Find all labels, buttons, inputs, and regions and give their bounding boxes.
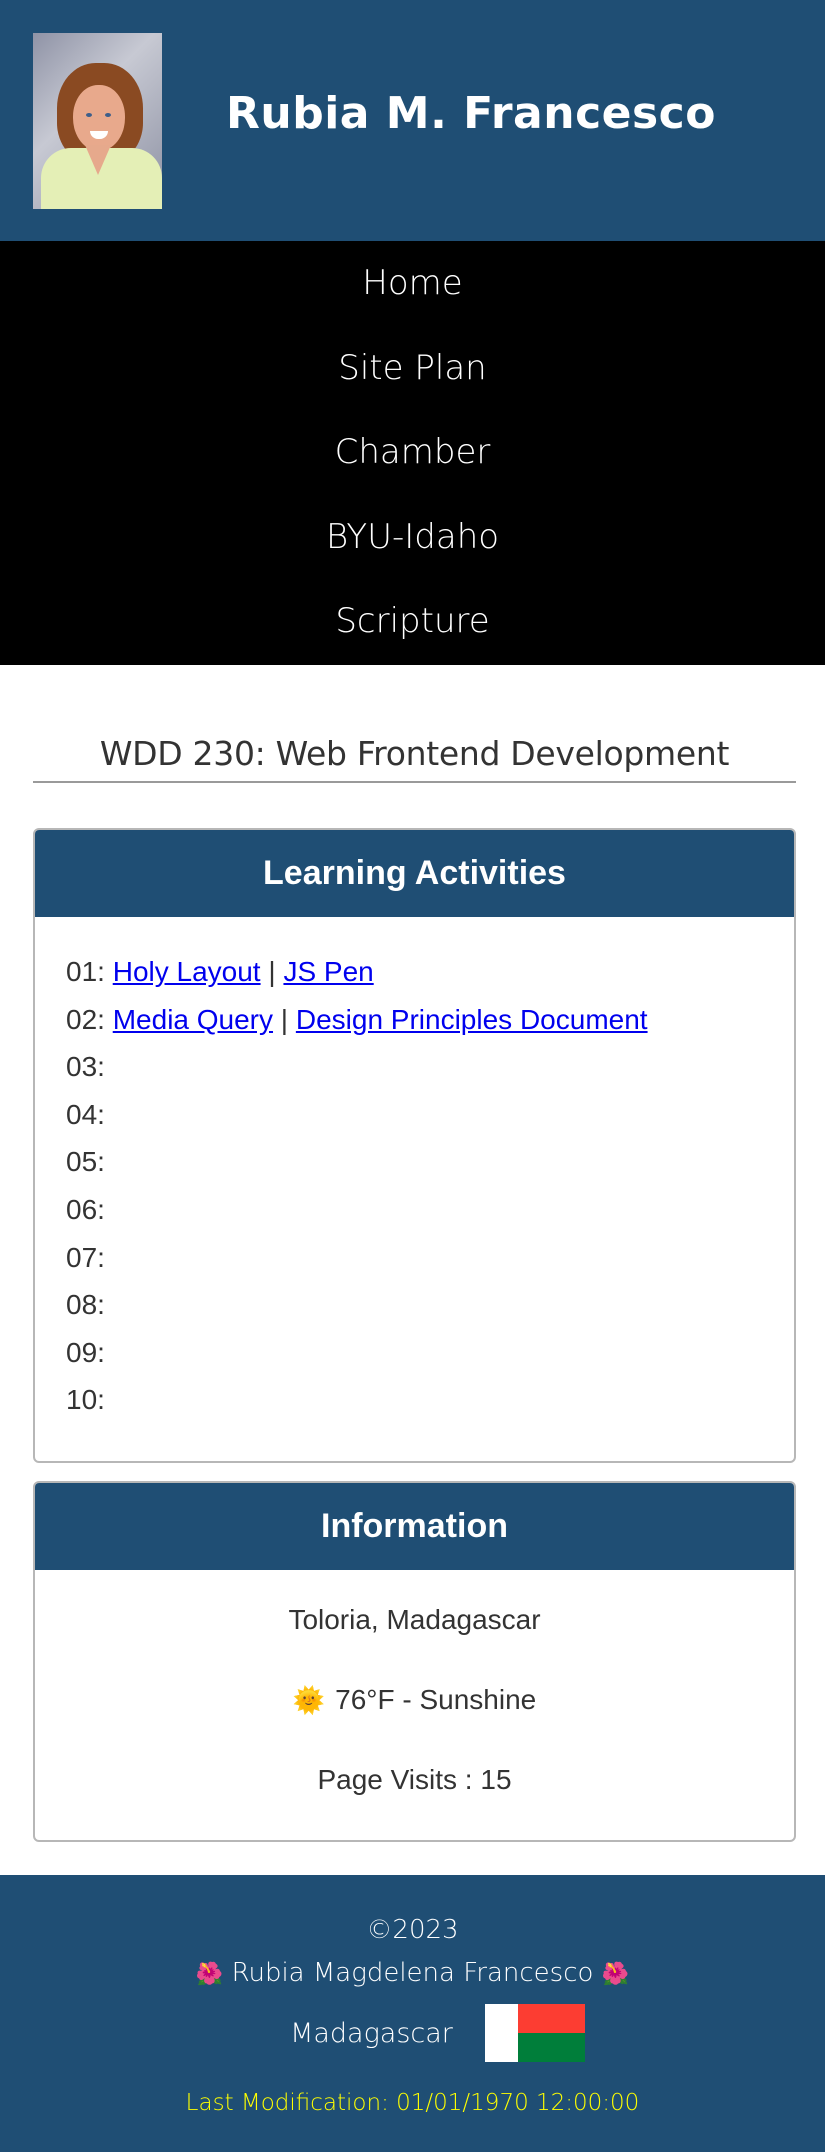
- main-nav: Home Site Plan Chamber BYU-Idaho Scriptu…: [0, 241, 825, 665]
- activity-item: 07:: [66, 1239, 794, 1287]
- madagascar-flag-icon: [484, 2004, 585, 2062]
- profile-photo: [33, 33, 162, 209]
- nav-link-site-plan[interactable]: Site Plan: [0, 340, 825, 425]
- weather-line: 🌞 76°F - Sunshine: [35, 1680, 794, 1760]
- link-separator: |: [268, 956, 276, 987]
- nav-link-byu-idaho[interactable]: BYU-Idaho: [0, 509, 825, 594]
- activity-number: 07:: [66, 1241, 105, 1273]
- activity-item: 10:: [66, 1381, 794, 1429]
- flag-right-bands: [517, 2004, 585, 2062]
- activity-number: 09:: [66, 1336, 105, 1368]
- copyright-text: ©2023: [366, 1915, 459, 1945]
- activity-item: 06:: [66, 1191, 794, 1239]
- nav-link-scripture[interactable]: Scripture: [0, 593, 825, 678]
- flag-red-band: [517, 2004, 585, 2033]
- weather-text: 76°F - Sunshine: [335, 1684, 537, 1715]
- activity-item: 02: Media Query | Design Principles Docu…: [66, 1001, 794, 1049]
- activity-number: 10:: [66, 1384, 105, 1416]
- main-content: WDD 230: Web Frontend Development Learni…: [0, 734, 825, 1842]
- activity-item: 01: Holy Layout | JS Pen: [66, 953, 794, 1001]
- information-card: Information Toloria, Madagascar 🌞 76°F - …: [33, 1481, 796, 1842]
- flag-white-band: [484, 2004, 518, 2062]
- activity-item: 03:: [66, 1048, 794, 1096]
- page-visits-text: Page Visits : 15: [317, 1764, 512, 1795]
- activity-item: 08:: [66, 1286, 794, 1334]
- sun-icon: 🌞: [292, 1685, 326, 1715]
- learning-activities-card: Learning Activities 01: Holy Layout | JS…: [33, 828, 796, 1463]
- learning-activities-heading: Learning Activities: [35, 830, 794, 917]
- activity-number: 01:: [66, 956, 105, 987]
- activity-number: 02:: [66, 1003, 105, 1035]
- photo-face: [73, 85, 125, 151]
- country-row: Madagascar: [0, 2002, 825, 2064]
- activities-list: 01: Holy Layout | JS Pen 02: Media Query…: [35, 917, 794, 1429]
- site-title: Rubia M. Francesco: [226, 88, 716, 139]
- activity-item: 04:: [66, 1096, 794, 1144]
- author-line: 🌺 Rubia Magdelena Francesco 🌺: [0, 1952, 825, 1996]
- js-pen-link[interactable]: JS Pen: [283, 956, 373, 987]
- photo-eye: [105, 113, 111, 117]
- link-separator: |: [280, 1003, 289, 1035]
- page-title: WDD 230: Web Frontend Development: [33, 734, 796, 783]
- activity-number: 05:: [66, 1146, 105, 1178]
- photo-eye: [86, 113, 92, 117]
- activity-number: 06:: [66, 1193, 105, 1225]
- activity-number: 03:: [66, 1051, 105, 1083]
- country-name: Madagascar: [290, 2017, 453, 2049]
- activity-item: 09:: [66, 1334, 794, 1382]
- activity-item: 05:: [66, 1143, 794, 1191]
- information-heading: Information: [35, 1483, 794, 1570]
- holy-layout-link[interactable]: Holy Layout: [113, 956, 261, 987]
- flag-green-band: [517, 2033, 585, 2062]
- hibiscus-icon: 🌺: [195, 1962, 224, 1987]
- activity-number: 04:: [66, 1098, 105, 1130]
- media-query-link[interactable]: Media Query: [113, 1004, 273, 1035]
- site-footer: ©2023 🌺 Rubia Magdelena Francesco 🌺 Mada…: [0, 1875, 825, 2152]
- design-principles-document-link[interactable]: Design Principles Document: [296, 1004, 648, 1035]
- site-header: Rubia M. Francesco: [0, 0, 825, 241]
- nav-link-home[interactable]: Home: [0, 255, 825, 340]
- activity-number: 08:: [66, 1289, 105, 1321]
- last-modification-text: Last Modification: 01/01/1970 12:00:00: [185, 2090, 640, 2116]
- location-text: Toloria, Madagascar: [288, 1604, 541, 1635]
- nav-link-chamber[interactable]: Chamber: [0, 424, 825, 509]
- author-name: Rubia Magdelena Francesco: [231, 1958, 594, 1988]
- hibiscus-icon: 🌺: [601, 1962, 630, 1987]
- information-body: Toloria, Madagascar 🌞 76°F - Sunshine Pag…: [35, 1570, 794, 1840]
